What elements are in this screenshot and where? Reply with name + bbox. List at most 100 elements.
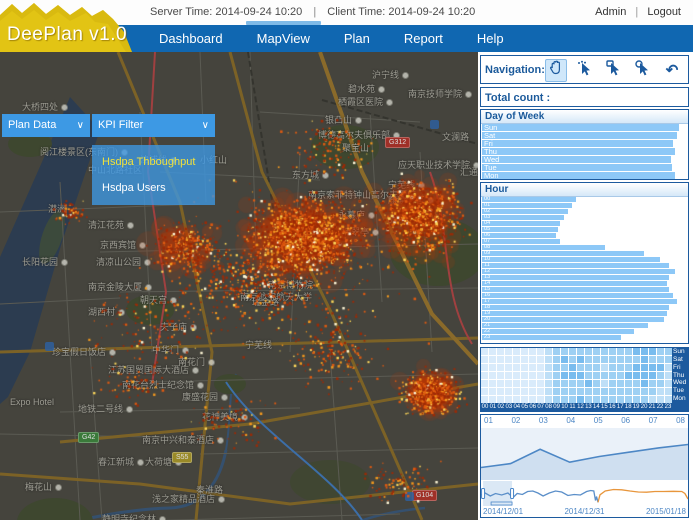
bar-row-08: 08 [482, 245, 687, 250]
pointer-tool[interactable] [574, 59, 596, 82]
heatmap-cell [577, 380, 584, 387]
heatmap-cell [513, 356, 520, 363]
heatmap-cell [577, 372, 584, 379]
deeplan-app: Server Time: 2014-09-24 10:20 | Client T… [0, 0, 693, 520]
heatmap-cell [593, 372, 600, 379]
heatmap-cell [561, 396, 568, 403]
heatmap-col-label: 15 [600, 403, 608, 411]
tab-mapview[interactable]: MapView [240, 25, 327, 52]
heatmap-cell [569, 364, 576, 371]
heatmap-cell [665, 364, 672, 371]
heatmap-cell [497, 388, 504, 395]
heatmap-col-label: 11 [569, 403, 577, 411]
heatmap-cell [585, 364, 592, 371]
heatmap-cell [633, 380, 640, 387]
heatmap-cell [561, 356, 568, 363]
account-divider: | [635, 6, 638, 18]
bar-row-05: 05 [482, 227, 687, 232]
heatmap-cell [569, 372, 576, 379]
circle-select-tool[interactable] [632, 59, 654, 82]
time-divider: | [313, 6, 316, 18]
heatmap-row-label: Mon [673, 395, 689, 403]
kpi-option-hsdpa-thboughput[interactable]: Hsdpa Thboughput [92, 149, 215, 175]
bar-row-16: 16 [482, 293, 687, 298]
heatmap-cell [641, 356, 648, 363]
tab-report[interactable]: Report [387, 25, 460, 52]
tab-plan[interactable]: Plan [327, 25, 387, 52]
plan-data-dropdown[interactable]: Plan Data ∨ [2, 114, 90, 137]
brush-handle-left[interactable] [482, 489, 485, 499]
heatmap-cell [657, 356, 664, 363]
kpi-filter-dropdown[interactable]: KPI Filter ∨ [92, 114, 215, 137]
heatmap-cell [513, 380, 520, 387]
bar [482, 209, 568, 214]
kpi-option-hsdpa-users[interactable]: Hsdpa Users [92, 175, 215, 201]
heatmap-cell [497, 380, 504, 387]
chevron-down-icon: ∨ [77, 114, 84, 137]
trend-area-chart [481, 428, 688, 480]
day-of-week-chart: SunSatFriThuWedTueMon [482, 124, 687, 178]
heatmap-cell [537, 348, 544, 355]
heatmap-cell [497, 396, 504, 403]
heatmap-cell [577, 388, 584, 395]
heatmap-cell [593, 380, 600, 387]
heatmap-cell [545, 348, 552, 355]
bar-row-tue: Tue [482, 164, 687, 171]
admin-link[interactable]: Admin [595, 6, 626, 18]
heatmap-cell [545, 396, 552, 403]
bar [482, 311, 667, 316]
heatmap-cell [513, 348, 520, 355]
heatmap-cell [657, 388, 664, 395]
heatmap-col-label: 18 [624, 403, 632, 411]
heatmap-col-label: 09 [553, 403, 561, 411]
tab-dashboard[interactable]: Dashboard [142, 25, 240, 52]
heatmap-col-label: 13 [584, 403, 592, 411]
brush-scrollbar[interactable] [491, 502, 512, 505]
map-viewport[interactable]: 大桥四处阅江楼景区(东南门)津浦线小红山中山北路社区潜洲清江花苑京西宾馆清凉山公… [0, 52, 478, 520]
heatmap-cell [529, 364, 536, 371]
bar [482, 140, 673, 147]
heatmap-cell [665, 356, 672, 363]
heatmap-cell [569, 356, 576, 363]
heatmap-cell [545, 388, 552, 395]
heatmap-cell [561, 372, 568, 379]
heatmap-row-label: Wed [673, 379, 689, 387]
pan-hand-tool[interactable] [545, 59, 567, 82]
heatmap-cell [609, 380, 616, 387]
bar-row-wed: Wed [482, 156, 687, 163]
rect-select-tool[interactable] [603, 59, 625, 82]
trend-x-axis-labels: 0102030405060708 [481, 416, 688, 427]
heatmap-cell [577, 348, 584, 355]
bar [482, 257, 660, 262]
brush-range-chart[interactable] [481, 481, 688, 506]
heatmap-cell [505, 348, 512, 355]
heatmap-cell [545, 364, 552, 371]
heatmap-cell [593, 356, 600, 363]
heatmap-cell [665, 372, 672, 379]
heatmap-cell [481, 380, 488, 387]
heatmap-cell [617, 388, 624, 395]
heatmap-cell [585, 372, 592, 379]
timeline-panel: 0102030405060708 2014/12/012014/12/31201… [480, 414, 689, 518]
heatmap-cell [497, 372, 504, 379]
heatmap-column-labels: 0001020304050607080910111213141516171819… [481, 403, 672, 411]
bar [482, 263, 669, 268]
heatmap-cell [633, 396, 640, 403]
logout-link[interactable]: Logout [647, 6, 681, 18]
heatmap-cell [489, 380, 496, 387]
bar-row-14: 14 [482, 281, 687, 286]
heatmap-cell [601, 372, 608, 379]
brush-handle-right[interactable] [511, 489, 514, 499]
heatmap-cell [513, 372, 520, 379]
undo-tool[interactable]: ↶ [661, 59, 683, 82]
bar-label: 23 [484, 335, 490, 341]
heatmap-cell [625, 356, 632, 363]
heatmap-cell [617, 380, 624, 387]
bar-row-17: 17 [482, 299, 687, 304]
heatmap-cell [609, 364, 616, 371]
heatmap-cell [633, 364, 640, 371]
heatmap-cell [665, 380, 672, 387]
tab-help[interactable]: Help [460, 25, 521, 52]
client-time-value: 2014-09-24 10:20 [388, 6, 475, 18]
heatmap-cell [633, 348, 640, 355]
